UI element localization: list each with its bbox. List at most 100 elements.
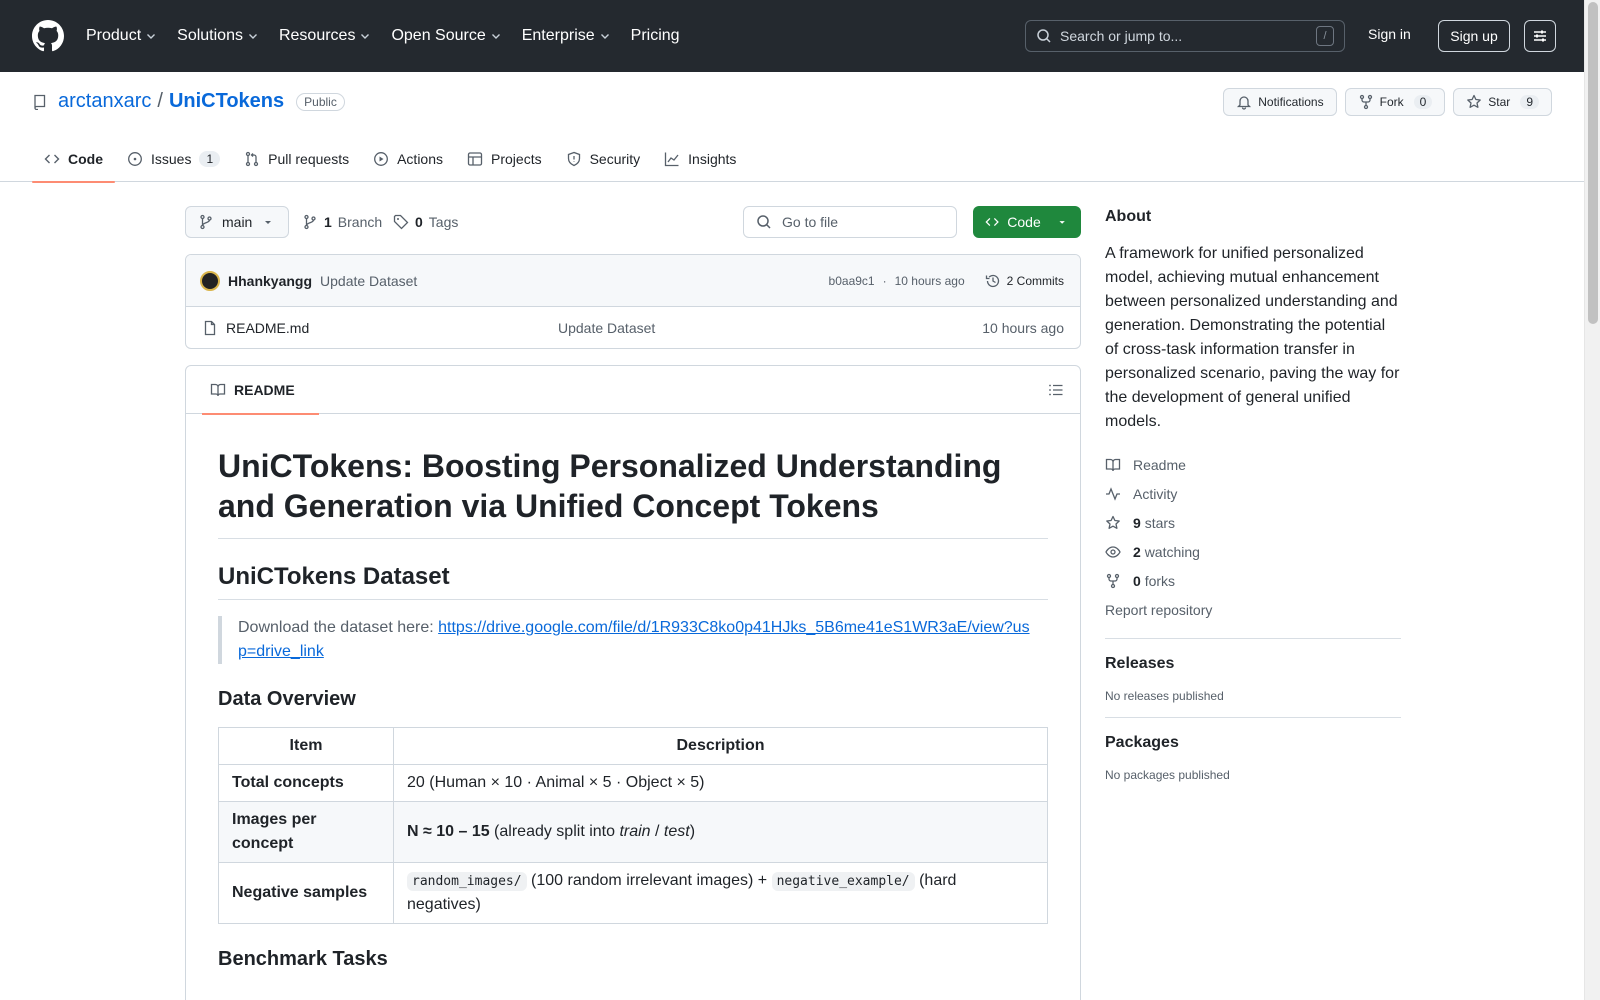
code-icon: [44, 154, 60, 164]
code-icon: [985, 217, 999, 227]
readme-link[interactable]: Readme: [1105, 450, 1401, 479]
tab-pull-requests[interactable]: Pull requests: [232, 136, 361, 182]
github-logo-icon[interactable]: [32, 20, 64, 52]
fork-button[interactable]: Fork 0: [1344, 88, 1446, 116]
tag-label: Tags: [428, 214, 459, 230]
nav-resources[interactable]: Resources: [279, 27, 371, 45]
forks-link[interactable]: 0 forks: [1105, 566, 1401, 595]
table-row: Images per concept N ≈ 10 – 15 (already …: [218, 801, 1048, 863]
column-header-item: Item: [218, 727, 394, 765]
sign-up-button[interactable]: Sign up: [1438, 20, 1510, 52]
history-icon: [985, 274, 999, 287]
repo-description: A framework for unified personalized mod…: [1105, 245, 1400, 430]
about-sidebar: About A framework for unified personaliz…: [1105, 208, 1401, 782]
fork-icon: [1359, 94, 1372, 110]
nav-open-source[interactable]: Open Source: [391, 27, 501, 45]
search-icon: [757, 215, 771, 229]
bell-icon: [1237, 96, 1252, 110]
row-desc-negative-samples: random_images/ (100 random irrelevant im…: [393, 862, 1048, 924]
repo-owner-link[interactable]: arctanxarc: [58, 90, 151, 113]
code-button-label: Code: [1007, 214, 1041, 230]
download-text: Download the dataset here:: [238, 619, 439, 636]
graph-icon: [665, 152, 679, 167]
tab-projects-label: Projects: [491, 151, 542, 167]
search-icon: [1037, 29, 1051, 43]
pull-request-icon: [246, 151, 259, 167]
watching-link[interactable]: 2 watching: [1105, 537, 1401, 566]
notifications-button[interactable]: Notifications: [1223, 88, 1337, 116]
issues-count: 1: [199, 151, 221, 167]
avatar[interactable]: [200, 270, 220, 291]
book-icon: [1105, 458, 1121, 471]
stars-link[interactable]: 9 stars: [1105, 508, 1401, 537]
data-overview-heading: Data Overview: [218, 688, 356, 710]
tab-security[interactable]: Security: [554, 136, 653, 182]
commit-dot: ·: [882, 273, 887, 288]
nav-enterprise-label: Enterprise: [521, 27, 595, 44]
no-packages-text: No packages published: [1105, 768, 1230, 782]
go-to-file-placeholder: Go to file: [782, 214, 839, 230]
forks-label: forks: [1144, 572, 1176, 589]
readme-tab[interactable]: README: [202, 366, 319, 415]
latest-commit-row: Hhankyangg Update Dataset b0aa9c1 · 10 h…: [186, 255, 1080, 307]
row-desc-images-per-concept: N ≈ 10 – 15 (already split into train / …: [393, 801, 1048, 863]
book-icon: [210, 383, 226, 396]
sign-in-link[interactable]: Sign in: [1368, 26, 1411, 42]
nav-product[interactable]: Product: [86, 27, 157, 45]
tab-insights-label: Insights: [688, 151, 737, 167]
branches-link[interactable]: 1 Branch: [302, 214, 382, 230]
readme-title: UniCTokens: Boosting Personalized Unders…: [218, 446, 1048, 539]
branch-icon: [304, 214, 316, 230]
play-icon: [374, 152, 389, 166]
tab-actions[interactable]: Actions: [361, 136, 455, 182]
about-heading: About: [1105, 208, 1152, 225]
sidebar-divider: [1105, 638, 1401, 639]
tab-projects[interactable]: Projects: [455, 136, 554, 182]
code-dropdown-button[interactable]: Code: [973, 206, 1081, 238]
file-name-link[interactable]: README.md: [226, 320, 558, 336]
commit-author[interactable]: Hhankyangg: [228, 273, 312, 289]
page-scrollbar[interactable]: [1584, 0, 1600, 1000]
commits-history-link[interactable]: 2 Commits: [985, 273, 1064, 289]
nav-enterprise[interactable]: Enterprise: [522, 27, 611, 45]
scrollbar-thumb[interactable]: [1588, 2, 1598, 324]
forks-count: 0: [1133, 572, 1141, 589]
table-row: Total concepts 20 (Human × 10 · Animal ×…: [218, 764, 1048, 802]
nav-pricing[interactable]: Pricing: [631, 27, 680, 45]
readme-panel: README UniCTokens: Boosting Personalized…: [185, 365, 1081, 1000]
packages-heading[interactable]: Packages: [1105, 734, 1401, 752]
file-icon: [204, 320, 216, 336]
go-to-file-input[interactable]: Go to file: [743, 206, 957, 238]
nav-solutions[interactable]: Solutions: [177, 27, 259, 45]
tab-insights[interactable]: Insights: [652, 136, 748, 182]
commit-sha[interactable]: b0aa9c1: [829, 274, 875, 288]
activity-link[interactable]: Activity: [1105, 479, 1401, 508]
row-desc-total-concepts: 20 (Human × 10 · Animal × 5 · Object × 5…: [393, 764, 1048, 802]
dataset-heading: UniCTokens Dataset: [218, 563, 1048, 600]
global-header: Product Solutions Resources Open Source …: [0, 0, 1584, 72]
commits-count: 2 Commits: [1006, 273, 1064, 288]
report-repository-link[interactable]: Report repository: [1105, 595, 1401, 624]
file-row[interactable]: README.md Update Dataset 10 hours ago: [186, 307, 1080, 348]
list-icon[interactable]: [1048, 382, 1064, 398]
row-item-negative-samples: Negative samples: [218, 862, 394, 924]
commit-message[interactable]: Update Dataset: [320, 273, 417, 289]
repo-separator: /: [157, 90, 163, 112]
file-commit-message[interactable]: Update Dataset: [558, 320, 982, 336]
repo-name-link[interactable]: UniCTokens: [169, 90, 284, 113]
negative-desc-text1: (100 random irrelevant images) +: [526, 872, 772, 889]
tab-issues[interactable]: Issues 1: [115, 136, 232, 182]
releases-heading[interactable]: Releases: [1105, 655, 1401, 673]
search-input[interactable]: Search or jump to... /: [1025, 20, 1345, 52]
tab-code[interactable]: Code: [32, 136, 115, 183]
star-count: 9: [1520, 95, 1539, 109]
branch-selector[interactable]: main: [185, 206, 290, 238]
nav-resources-label: Resources: [278, 27, 356, 44]
tags-link[interactable]: 0 Tags: [393, 214, 458, 230]
menu-button[interactable]: [1524, 20, 1556, 52]
fork-icon: [1106, 573, 1120, 588]
tag-icon: [393, 214, 409, 230]
repo-tabs: Code Issues 1 Pull requests Actions Proj…: [32, 136, 748, 183]
star-button[interactable]: Star 9: [1453, 88, 1552, 116]
split-separator: /: [650, 823, 664, 840]
